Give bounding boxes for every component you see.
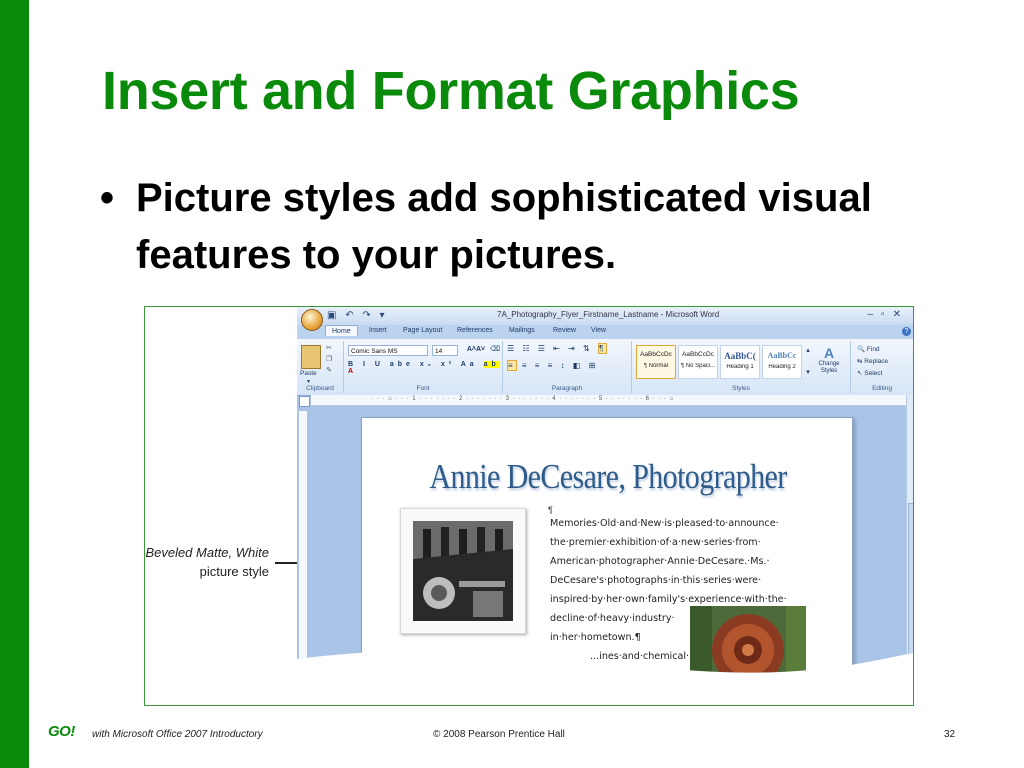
align-buttons[interactable]: ≡ ≡ ≡ ≡ ↕ ◧ ⊞ — [507, 360, 598, 371]
bullet-text: Picture styles add sophisticated visual … — [136, 176, 872, 277]
replace-button[interactable]: ⇆ Replace — [857, 357, 888, 365]
doc-line: American·photographer·Annie·DeCesare.·Ms… — [550, 556, 770, 567]
editing-group: 🔍 Find ⇆ Replace ↖ Select Editing — [851, 341, 913, 393]
tab-home[interactable]: Home — [325, 325, 358, 336]
style-name: Heading 2 — [768, 364, 796, 370]
select-label: Select — [864, 370, 883, 377]
find-label: Find — [866, 346, 880, 353]
horizontal-ruler[interactable]: · · · ⌂ · · · 1 · · · · · · · 2 · · · · … — [311, 395, 909, 406]
vertical-ruler[interactable] — [299, 411, 307, 661]
screenshot-figure: Beveled Matte, White picture style ▣ ↶ ↷… — [144, 306, 914, 706]
doc-line: the·premier·exhibition·of·a·new·series·f… — [550, 537, 761, 548]
style-heading-2[interactable]: AaBbCc Heading 2 — [762, 345, 802, 379]
help-icon[interactable]: ? — [902, 327, 911, 336]
paste-label[interactable]: Paste — [300, 370, 317, 377]
format-painter-icon[interactable]: ✎ — [325, 367, 333, 375]
style-sample: AaBbCc — [767, 351, 797, 360]
clipboard-label: Clipboard — [306, 385, 334, 392]
paragraph-label: Paragraph — [551, 385, 583, 392]
font-label: Font — [416, 385, 430, 392]
go-logo: GO! — [48, 723, 75, 740]
callout-line2: picture style — [199, 564, 269, 579]
font-format-buttons[interactable]: B I U abe x₂ x² Aa ab A — [348, 361, 502, 375]
footer-copyright: © 2008 Pearson Prentice Hall — [433, 729, 565, 740]
title-bar: ▣ ↶ ↷ ▾ 7A_Photography_Flyer_Firstname_L… — [297, 307, 913, 325]
copy-icon[interactable]: ❐ — [325, 356, 333, 364]
photo-graphic — [413, 521, 513, 621]
style-sample: AaBbCcDc — [640, 351, 672, 358]
tab-selector[interactable] — [299, 396, 310, 407]
style-normal[interactable]: AaBbCcDc ¶ Normal — [636, 345, 676, 379]
window-title: 7A_Photography_Flyer_Firstname_Lastname … — [497, 310, 720, 319]
clear-formatting-icon[interactable]: ⌫ — [490, 346, 500, 354]
tab-review[interactable]: Review — [553, 327, 576, 334]
style-name: Heading 1 — [726, 364, 754, 370]
tab-references[interactable]: References — [457, 327, 493, 334]
change-styles-label: Change Styles — [818, 361, 840, 374]
tab-page-layout[interactable]: Page Layout — [403, 327, 442, 334]
font-group: Comic Sans MS 14 A˄A˅ ⌫ B I U abe x₂ x² … — [344, 341, 503, 393]
select-button[interactable]: ↖ Select — [857, 369, 882, 377]
style-sample: AaBbC( — [724, 351, 756, 361]
style-no-spacing[interactable]: AaBbCcDc ¶ No Spaci... — [678, 345, 718, 379]
font-name-box[interactable]: Comic Sans MS — [348, 345, 428, 356]
find-button[interactable]: 🔍 Find — [857, 345, 880, 353]
slide-title: Insert and Format Graphics — [102, 61, 800, 121]
doc-line: Memories·Old·and·New·is·pleased·to·annou… — [550, 518, 779, 529]
paragraph-group: ☰ ☷ ☰ ⇤ ⇥ ⇅ ¶ ≡ ≡ ≡ ≡ ↕ ◧ ⊞ Paragraph — [503, 341, 632, 393]
style-sample: AaBbCcDc — [682, 351, 714, 358]
footer-series: with Microsoft Office 2007 Introductory — [92, 729, 263, 740]
scroll-thumb[interactable] — [908, 503, 913, 663]
callout-line1: Beveled Matte, White — [145, 545, 269, 560]
change-styles-button[interactable]: A Change Styles — [814, 345, 844, 375]
page-number: 32 — [944, 729, 956, 740]
ribbon: Paste ▾ ✂ ❐ ✎ Clipboard Comic Sans MS 14… — [297, 339, 913, 396]
style-heading-1[interactable]: AaBbC( Heading 1 — [720, 345, 760, 379]
tab-insert[interactable]: Insert — [369, 327, 387, 334]
vertical-scrollbar[interactable] — [906, 395, 913, 665]
tab-mailings[interactable]: Mailings — [509, 327, 535, 334]
chevron-down-icon[interactable]: ▾ — [307, 378, 310, 385]
clipboard-group: Paste ▾ ✂ ❐ ✎ Clipboard — [297, 341, 344, 393]
font-size-box[interactable]: 14 — [432, 345, 458, 356]
style-name: ¶ No Spaci... — [680, 363, 716, 369]
change-styles-icon: A — [823, 345, 835, 361]
callout-label: Beveled Matte, White picture style — [145, 543, 269, 581]
styles-group: AaBbCcDc ¶ Normal AaBbCcDc ¶ No Spaci...… — [632, 341, 851, 393]
grow-shrink-font-icon[interactable]: A˄A˅ — [464, 346, 488, 354]
bullet-dot: • — [100, 176, 115, 220]
style-name: ¶ Normal — [643, 363, 669, 369]
editing-label: Editing — [872, 385, 892, 392]
green-side-bar — [0, 0, 29, 768]
cut-icon[interactable]: ✂ — [325, 345, 333, 353]
selected-picture[interactable] — [400, 508, 526, 634]
find-icon: 🔍 — [857, 346, 867, 353]
tab-view[interactable]: View — [591, 327, 606, 334]
replace-label: Replace — [864, 358, 889, 365]
doc-line: DeCesare's·photographs·in·this·series·we… — [550, 575, 762, 586]
styles-more-icon[interactable]: ▾ — [804, 369, 812, 377]
document-heading: Annie DeCesare, Photographer — [429, 458, 787, 496]
paste-icon[interactable] — [301, 345, 321, 369]
window-controls[interactable]: –▫✕ — [868, 309, 910, 320]
photo-image — [413, 521, 513, 621]
ruler-ticks: · · · ⌂ · · · 1 · · · · · · · 2 · · · · … — [371, 396, 675, 402]
styles-scroll-icon[interactable]: ▴ — [804, 347, 812, 355]
styles-label: Styles — [732, 385, 750, 392]
office-button[interactable] — [301, 309, 323, 331]
quick-access-toolbar[interactable]: ▣ ↶ ↷ ▾ — [327, 310, 388, 321]
word-window: ▣ ↶ ↷ ▾ 7A_Photography_Flyer_Firstname_L… — [297, 307, 913, 705]
torn-edge — [297, 650, 913, 705]
list-buttons[interactable]: ☰ ☷ ☰ ⇤ ⇥ ⇅ ¶ — [507, 343, 608, 354]
ribbon-tabs: Home Insert Page Layout References Maili… — [297, 325, 913, 339]
